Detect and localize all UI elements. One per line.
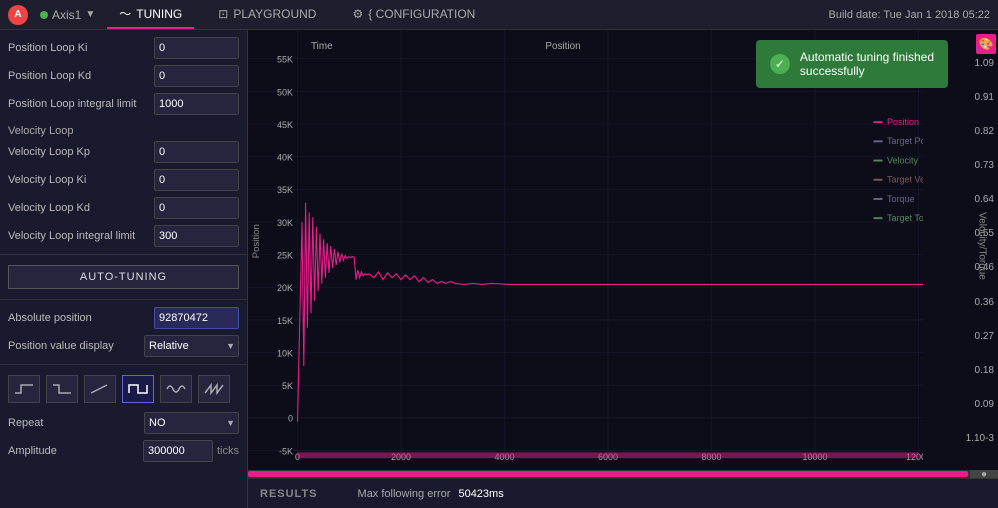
tuning-icon: 〜	[119, 5, 131, 22]
svg-text:50K: 50K	[277, 87, 294, 97]
svg-text:0: 0	[288, 413, 293, 423]
right-axis-val-3: 0.82	[923, 126, 994, 137]
tab-configuration[interactable]: ⚙ { CONFIGURATION	[340, 0, 487, 29]
vel-ki-input[interactable]	[154, 169, 239, 191]
right-axis-val-12: 1.10-3	[923, 433, 994, 444]
chart-area: ✓ Automatic tuning finishedsuccessfully	[248, 30, 998, 508]
position-display-select[interactable]: Relative Absolute	[144, 335, 239, 357]
right-axis-val-8: 0.36	[923, 297, 994, 308]
topnav: A Axis1 ▼ 〜 TUNING ⊡ PLAYGROUND ⚙ { CONF…	[0, 0, 998, 30]
repeat-row: Repeat NO YES ▼	[0, 409, 247, 437]
chart-svg: 55K 50K 45K 40K 35K 30K 25K 20K 15K 10K …	[248, 30, 923, 462]
amplitude-row: Amplitude ticks	[0, 437, 247, 465]
success-toast: ✓ Automatic tuning finishedsuccessfully	[756, 40, 948, 88]
axis-status-dot	[40, 11, 48, 19]
pos-ki-input[interactable]	[154, 37, 239, 59]
waveform-step-up[interactable]	[8, 375, 40, 403]
svg-text:55K: 55K	[277, 54, 294, 64]
amplitude-input[interactable]	[143, 440, 213, 462]
right-axis-label: Velocity/Torque	[977, 212, 988, 280]
absolute-position-input[interactable]	[154, 307, 239, 329]
field-vel-ki: Velocity Loop Ki	[0, 166, 247, 194]
checkmark-icon: ✓	[770, 54, 790, 74]
chart-scrollbar[interactable]: ●	[248, 470, 998, 478]
waveform-selector	[0, 369, 247, 409]
results-key-1: Max following error	[358, 488, 451, 500]
svg-text:Target Velocity: Target Velocity	[887, 174, 923, 184]
waveform-square[interactable]	[122, 375, 154, 403]
results-label: RESULTS	[260, 488, 318, 500]
chart-scrollbar-thumb[interactable]	[248, 471, 968, 477]
results-bar: RESULTS Max following error 50423ms	[248, 478, 998, 508]
svg-text:Position: Position	[887, 117, 919, 127]
field-vel-int: Velocity Loop integral limit	[0, 222, 247, 250]
results-item-1: Max following error 50423ms	[358, 488, 504, 500]
vel-kd-input[interactable]	[154, 197, 239, 219]
field-vel-kd: Velocity Loop Kd	[0, 194, 247, 222]
chart-container: ✓ Automatic tuning finishedsuccessfully	[248, 30, 998, 470]
svg-text:30K: 30K	[277, 218, 294, 228]
waveform-ramp[interactable]	[84, 375, 116, 403]
pos-kd-input[interactable]	[154, 65, 239, 87]
playground-icon: ⊡	[218, 7, 228, 21]
build-date: Build date: Tue Jan 1 2018 05:22	[829, 9, 990, 21]
svg-text:Velocity: Velocity	[887, 155, 918, 165]
svg-text:Target Position: Target Position	[887, 136, 923, 146]
axis-name: Axis1	[52, 8, 81, 22]
vel-int-input[interactable]	[154, 225, 239, 247]
svg-text:Position: Position	[545, 41, 580, 52]
field-pos-kd: Position Loop Kd	[0, 62, 247, 90]
waveform-step-down[interactable]	[46, 375, 78, 403]
svg-text:10K: 10K	[277, 348, 294, 358]
field-pos-int: Position Loop integral limit	[0, 90, 247, 118]
right-axis-panel: 1.09 0.91 0.82 0.73 0.64 0.55 0.46 0.36 …	[923, 30, 998, 462]
axis-chevron-icon[interactable]: ▼	[85, 9, 95, 20]
svg-text:Time: Time	[311, 41, 333, 52]
tab-playground[interactable]: ⊡ PLAYGROUND	[206, 0, 328, 29]
vel-kp-input[interactable]	[154, 141, 239, 163]
right-axis-val-4: 0.73	[923, 160, 994, 171]
waveform-sine[interactable]	[160, 375, 192, 403]
position-display-row: Position value display Relative Absolute…	[0, 332, 247, 360]
toast-message: Automatic tuning finishedsuccessfully	[800, 50, 934, 78]
svg-text:25K: 25K	[277, 250, 294, 260]
repeat-select-wrap: NO YES ▼	[144, 412, 239, 434]
absolute-position-row: Absolute position	[0, 304, 247, 332]
svg-text:20K: 20K	[277, 283, 294, 293]
svg-text:Torque: Torque	[887, 194, 915, 204]
svg-text:Position: Position	[251, 224, 261, 258]
svg-text:-5K: -5K	[279, 446, 294, 456]
position-display-select-wrap: Relative Absolute ▼	[144, 335, 239, 357]
svg-text:15K: 15K	[277, 316, 294, 326]
svg-text:45K: 45K	[277, 120, 294, 130]
right-axis-val-2: 0.91	[923, 92, 994, 103]
paint-icon[interactable]: 🎨	[976, 34, 996, 54]
svg-text:Target Torque: Target Torque	[887, 213, 923, 223]
field-vel-kp: Velocity Loop Kp	[0, 138, 247, 166]
axis-selector[interactable]: Axis1 ▼	[40, 8, 95, 22]
field-pos-ki: Position Loop Ki	[0, 34, 247, 62]
gear-icon: ⚙	[352, 7, 363, 21]
right-axis-val-5: 0.64	[923, 194, 994, 205]
right-axis-val-9: 0.27	[923, 331, 994, 342]
main-layout: Position Loop Ki Position Loop Kd Positi…	[0, 30, 998, 508]
app-logo: A	[8, 5, 28, 25]
right-axis-val-11: 0.09	[923, 399, 994, 410]
chart-scroll-right-btn[interactable]: ●	[970, 470, 998, 478]
repeat-select[interactable]: NO YES	[144, 412, 239, 434]
auto-tuning-button[interactable]: AUTO-TUNING	[8, 265, 239, 289]
svg-text:35K: 35K	[277, 185, 294, 195]
pos-int-input[interactable]	[154, 93, 239, 115]
tab-tuning[interactable]: 〜 TUNING	[107, 0, 194, 29]
svg-text:5K: 5K	[282, 381, 294, 391]
waveform-sawtooth[interactable]	[198, 375, 230, 403]
svg-text:40K: 40K	[277, 152, 294, 162]
results-val-1: 50423ms	[458, 488, 503, 500]
velocity-loop-section-label: Velocity Loop	[0, 122, 247, 138]
right-axis-val-10: 0.18	[923, 365, 994, 376]
left-panel: Position Loop Ki Position Loop Kd Positi…	[0, 30, 248, 508]
